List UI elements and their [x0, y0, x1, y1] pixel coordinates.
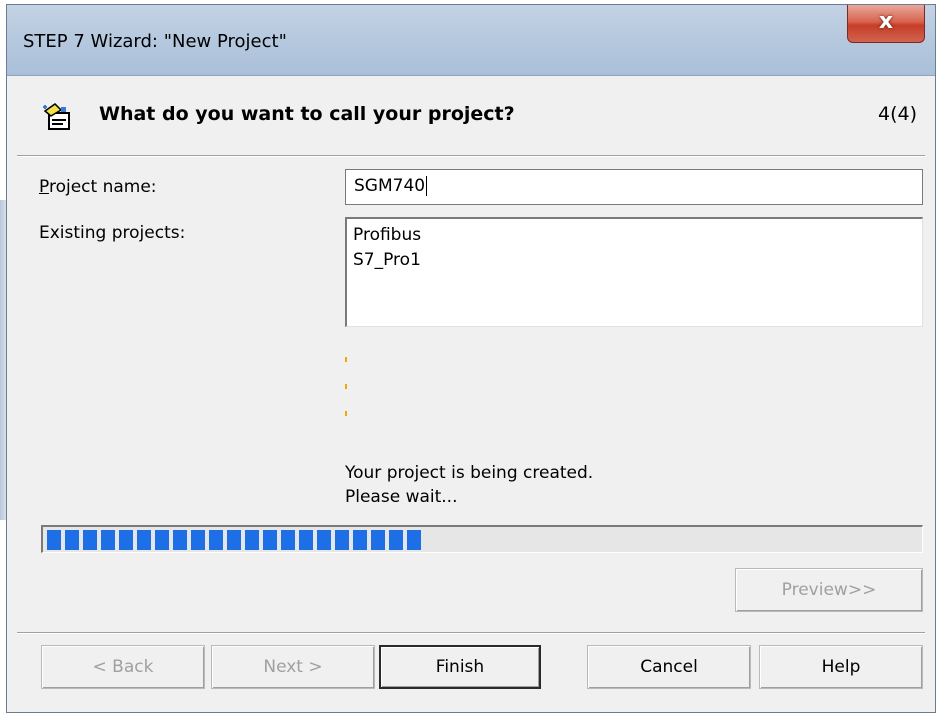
step-indicator: 4(4): [877, 103, 917, 125]
status-line-2: Please wait...: [345, 487, 458, 507]
project-name-value: SGM740: [354, 176, 426, 196]
status-message: Your project is being created. Please wa…: [345, 461, 593, 509]
window-title: STEP 7 Wizard: "New Project": [23, 31, 287, 52]
close-button[interactable]: x: [847, 5, 925, 43]
existing-projects-label: Existing projects:: [39, 223, 186, 243]
header-divider: [17, 155, 925, 157]
wizard-question: What do you want to call your project?: [99, 103, 515, 125]
project-name-label: Project name:: [39, 177, 157, 197]
activity-dot: [345, 411, 347, 416]
finish-button[interactable]: Finish: [379, 645, 541, 689]
next-button[interactable]: Next >: [211, 645, 375, 689]
status-line-1: Your project is being created.: [345, 463, 594, 483]
preview-button[interactable]: Preview>>: [735, 568, 923, 612]
wizard-hat-icon: [43, 103, 70, 130]
back-button[interactable]: < Back: [41, 645, 205, 689]
footer-divider: [17, 632, 925, 634]
wizard-header: What do you want to call your project? 4…: [17, 81, 925, 148]
activity-dots: [345, 357, 349, 438]
progress-fill: [47, 530, 422, 550]
project-name-label-text: roject name:: [48, 177, 157, 197]
list-item[interactable]: S7_Pro1: [353, 248, 916, 273]
cancel-button[interactable]: Cancel: [587, 645, 751, 689]
title-bar[interactable]: STEP 7 Wizard: "New Project" x: [7, 5, 935, 76]
activity-dot: [345, 384, 347, 389]
progress-bar: [41, 525, 923, 553]
existing-projects-list[interactable]: Profibus S7_Pro1: [345, 217, 923, 327]
project-name-input[interactable]: SGM740: [345, 169, 923, 205]
help-button[interactable]: Help: [759, 645, 923, 689]
list-item[interactable]: Profibus: [353, 223, 916, 248]
project-name-label-mnemonic: P: [39, 177, 49, 197]
close-icon: x: [878, 9, 894, 34]
wizard-window: STEP 7 Wizard: "New Project" x What do y…: [6, 4, 936, 713]
text-caret: [426, 176, 428, 196]
activity-dot: [345, 357, 347, 362]
